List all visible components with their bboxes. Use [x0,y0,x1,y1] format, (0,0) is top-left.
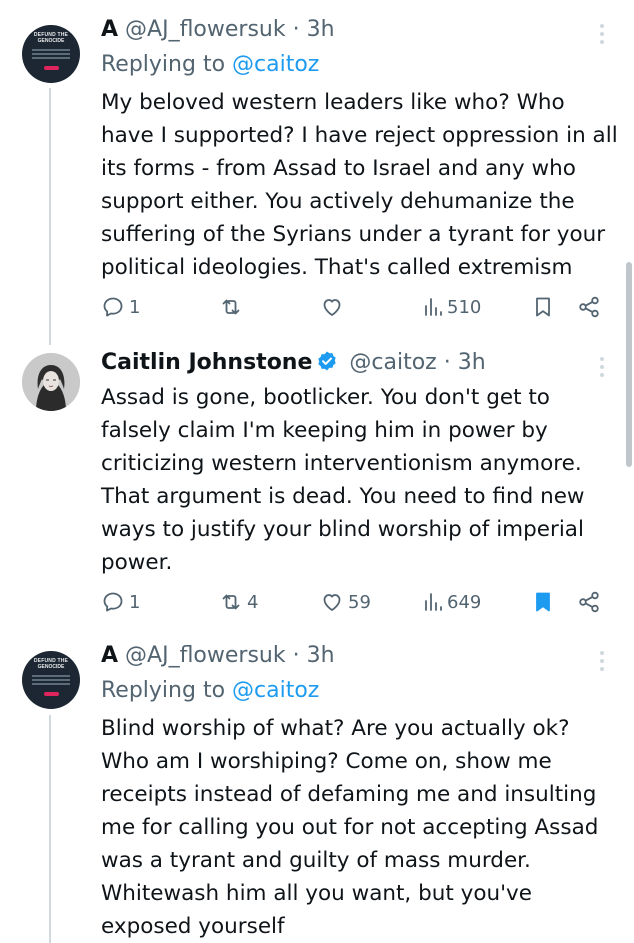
views-icon [425,593,442,611]
share-icon [579,296,599,318]
mention-link[interactable]: @caitoz [232,52,319,77]
heart-icon [323,594,341,611]
tweet-body: Assad is gone, bootlicker. You don't get… [101,385,585,575]
display-name[interactable]: A [101,643,118,668]
reply-icon [103,297,123,317]
action-bar: 1 4 59 649 [101,587,621,617]
like-count: 59 [348,591,371,613]
tweet-body: Blind worship of what? Are you actually … [101,716,599,939]
reply-count: 1 [129,296,141,318]
repost-icon [222,594,240,610]
display-name[interactable]: A [101,17,118,42]
tweet[interactable]: DEFUND THE GENOCIDE A @AJ_flowersuk · 3h… [0,635,634,943]
tweet-header: Caitlin Johnstone @caitoz · 3h [101,350,486,375]
avatar[interactable]: DEFUND THE GENOCIDE [22,25,80,83]
views-button[interactable]: 649 [423,587,481,617]
tweet-text: Blind worship of what? Are you actually … [101,712,621,943]
bookmark-icon [536,592,550,612]
share-button[interactable] [577,292,601,322]
verified-badge-icon [318,351,337,371]
tweet[interactable]: Caitlin Johnstone @caitoz · 3h Assad is … [0,345,634,635]
avatar[interactable] [22,353,80,411]
handle[interactable]: @AJ_flowersuk [125,17,286,42]
bookmark-button[interactable] [532,292,554,322]
action-bar: 1 510 [101,292,621,322]
views-icon [425,298,442,316]
view-count: 649 [447,591,482,613]
repost-button[interactable]: 4 [219,587,258,617]
bookmark-icon [536,297,550,317]
more-icon[interactable] [598,357,606,381]
replying-to: Replying to @caitoz [101,678,319,703]
share-button[interactable] [577,587,601,617]
separator: · [292,17,300,42]
views-button[interactable]: 510 [423,292,481,322]
avatar-text: GENOCIDE [37,38,65,44]
mention-link[interactable]: @caitoz [232,678,319,703]
reply-count: 1 [129,591,141,613]
more-icon[interactable] [598,24,606,48]
replying-prefix: Replying to [101,52,226,77]
tweet-header: A @AJ_flowersuk · 3h [101,17,335,42]
handle[interactable]: @AJ_flowersuk [125,643,286,668]
scrollbar[interactable] [626,262,632,467]
tweet-header: A @AJ_flowersuk · 3h [101,643,335,668]
timestamp[interactable]: 3h [458,350,486,375]
bookmark-button[interactable] [532,587,554,617]
thread-line [49,88,51,345]
avatar[interactable]: DEFUND THE GENOCIDE [22,651,80,709]
handle[interactable]: @caitoz [349,350,436,375]
tweet-text: My beloved western leaders like who? Who… [101,86,621,284]
tweet-text: Assad is gone, bootlicker. You don't get… [101,381,621,579]
reply-button[interactable]: 1 [101,292,140,322]
share-icon [579,591,599,613]
more-icon[interactable] [598,651,606,675]
repost-button[interactable] [219,292,247,322]
reply-button[interactable]: 1 [101,587,140,617]
like-button[interactable] [320,292,348,322]
replying-to: Replying to @caitoz [101,52,319,77]
tweet-body: My beloved western leaders like who? Who… [101,90,618,280]
timestamp[interactable]: 3h [307,643,335,668]
like-button[interactable]: 59 [320,587,371,617]
display-name[interactable]: Caitlin Johnstone [101,350,312,375]
heart-icon [323,299,341,316]
repost-count: 4 [247,591,259,613]
replying-prefix: Replying to [101,678,226,703]
thread-line [49,715,51,943]
timestamp[interactable]: 3h [307,17,335,42]
repost-icon [222,299,240,315]
reply-icon [103,592,123,612]
separator: · [292,643,300,668]
separator: · [443,350,451,375]
view-count: 510 [447,296,482,318]
avatar-text: GENOCIDE [37,664,65,670]
tweet[interactable]: DEFUND THE GENOCIDE A @AJ_flowersuk · 3h… [0,0,634,345]
